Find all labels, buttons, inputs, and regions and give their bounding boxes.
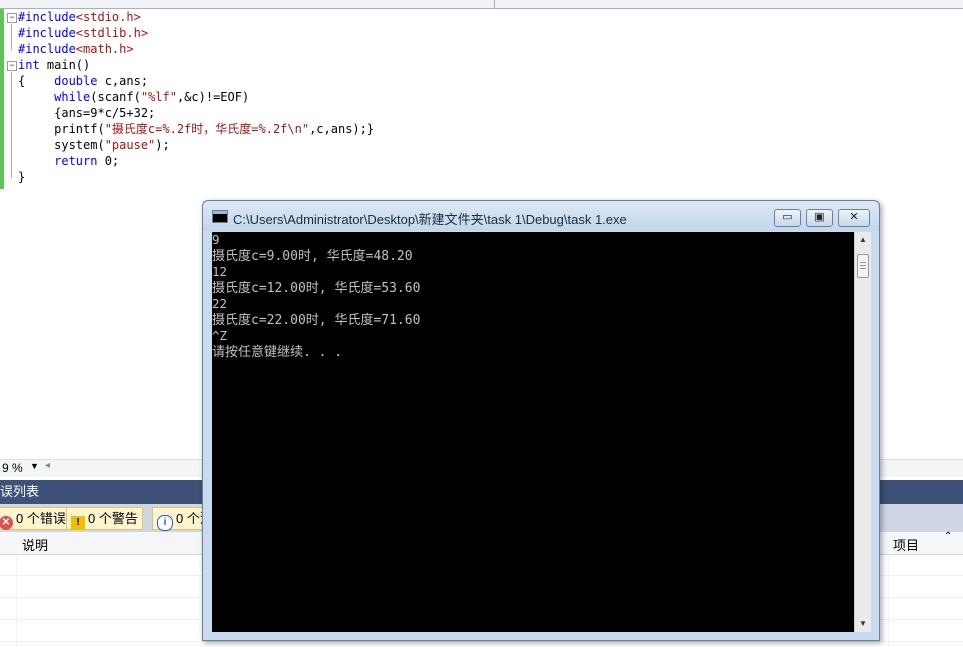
code-token: "%lf" xyxy=(140,90,177,104)
code-token: <stdlib.h> xyxy=(75,26,149,40)
code-line: #include<stdio.h> xyxy=(18,9,141,25)
console-window[interactable]: C:\Users\Administrator\Desktop\新建文件夹\tas… xyxy=(202,200,880,641)
column-divider xyxy=(16,555,17,647)
console-output-area[interactable]: 9 摄氏度c=9.00时, 华氏度=48.20 12 摄氏度c=12.00时, 华氏度… xyxy=(212,232,854,632)
change-indicator-bar xyxy=(0,9,4,189)
scroll-down-icon[interactable]: ▼ xyxy=(855,616,871,632)
info-icon: i xyxy=(157,515,173,531)
code-token: #include xyxy=(18,10,76,24)
fold-toggle-main[interactable]: − xyxy=(7,61,17,71)
console-output-line: ^Z xyxy=(212,328,228,343)
fold-guide xyxy=(11,72,12,178)
code-token: c,ans; xyxy=(97,74,149,88)
code-line: #include<math.h> xyxy=(18,41,134,57)
grip-line xyxy=(860,265,866,266)
console-output-line: 12 xyxy=(212,264,228,279)
code-line: int main() xyxy=(18,57,90,73)
navigation-bar xyxy=(0,0,963,9)
sort-indicator-icon: ⌃ xyxy=(944,531,953,542)
column-divider xyxy=(888,555,889,647)
column-project[interactable]: 项目 xyxy=(893,535,919,554)
minimize-button[interactable]: ▭ xyxy=(774,209,801,227)
scrollbar-thumb[interactable] xyxy=(857,254,869,278)
code-token: 0; xyxy=(97,154,120,168)
code-token: <math.h> xyxy=(75,42,134,56)
maximize-button[interactable]: ▣ xyxy=(806,209,833,227)
zoom-dropdown-icon[interactable]: ▼ xyxy=(30,461,39,471)
code-token: return xyxy=(54,154,98,168)
code-token: ,&c)!=EOF) xyxy=(176,90,250,104)
code-token: {ans=9*c/5+32; xyxy=(18,106,156,120)
console-app-icon[interactable] xyxy=(212,210,228,223)
code-token: ,c,ans);} xyxy=(309,122,375,136)
code-line: printf("摄氏度c=%.2f时，华氏度=%.2f\n",c,ans);} xyxy=(18,121,374,137)
navigation-divider xyxy=(494,0,495,8)
fold-toggle-includes[interactable]: − xyxy=(7,13,17,23)
console-output-line: 22 xyxy=(212,296,228,311)
code-token: "pause" xyxy=(104,138,156,152)
scroll-left-icon[interactable]: ◂ xyxy=(45,460,50,471)
error-list-title: 误列表 xyxy=(0,484,40,499)
code-line: system("pause"); xyxy=(18,137,170,153)
code-token: { xyxy=(18,74,55,88)
code-token: system( xyxy=(18,138,105,152)
console-output-line: 请按任意键继续. . . xyxy=(212,345,343,360)
fold-guide xyxy=(11,24,12,50)
code-token: while xyxy=(54,90,91,104)
scroll-up-icon[interactable]: ▲ xyxy=(855,232,871,248)
console-title-bar[interactable]: C:\Users\Administrator\Desktop\新建文件夹\tas… xyxy=(203,201,879,231)
error-icon: ✕ xyxy=(0,516,13,530)
code-token: ); xyxy=(155,138,170,152)
warnings-filter-button[interactable]: ! 0 个警告 xyxy=(66,507,143,530)
code-token: main() xyxy=(39,58,91,72)
grip-line xyxy=(860,268,866,269)
code-line: #include<stdlib.h> xyxy=(18,25,148,41)
console-output-line: 9 xyxy=(212,232,220,247)
code-line: } xyxy=(18,169,25,185)
console-output-line: 摄氏度c=9.00时, 华氏度=48.20 xyxy=(212,249,413,264)
errors-filter-button[interactable]: ✕ 0 个错误 xyxy=(0,507,71,530)
console-output-line: 摄氏度c=22.00时, 华氏度=71.60 xyxy=(212,313,421,328)
code-token: <stdio.h> xyxy=(75,10,141,24)
warning-icon: ! xyxy=(71,516,85,530)
code-token: "摄氏度c=%.2f时，华氏度=%.2f\n" xyxy=(104,122,310,136)
code-token: #include xyxy=(18,26,76,40)
code-token: (scanf( xyxy=(90,90,141,104)
console-output-line: 摄氏度c=12.00时, 华氏度=53.60 xyxy=(212,281,421,296)
code-line: return 0; xyxy=(18,153,119,169)
console-scrollbar[interactable]: ▲ ▼ xyxy=(854,232,871,632)
zoom-level[interactable]: 9 % xyxy=(2,461,23,475)
code-token: printf( xyxy=(18,122,105,136)
code-token: int xyxy=(18,58,40,72)
code-line: {ans=9*c/5+32; xyxy=(18,105,155,121)
close-button[interactable]: ✕ xyxy=(838,209,870,227)
code-line: { double c,ans; xyxy=(18,73,148,89)
column-description[interactable]: 说明 xyxy=(22,535,48,554)
grip-line xyxy=(860,262,866,263)
code-token: } xyxy=(18,170,26,184)
code-token: double xyxy=(54,74,98,88)
code-token: #include xyxy=(18,42,76,56)
console-title: C:\Users\Administrator\Desktop\新建文件夹\tas… xyxy=(233,212,627,227)
row-divider xyxy=(0,641,963,642)
code-line: while(scanf("%lf",&c)!=EOF) xyxy=(18,89,249,105)
